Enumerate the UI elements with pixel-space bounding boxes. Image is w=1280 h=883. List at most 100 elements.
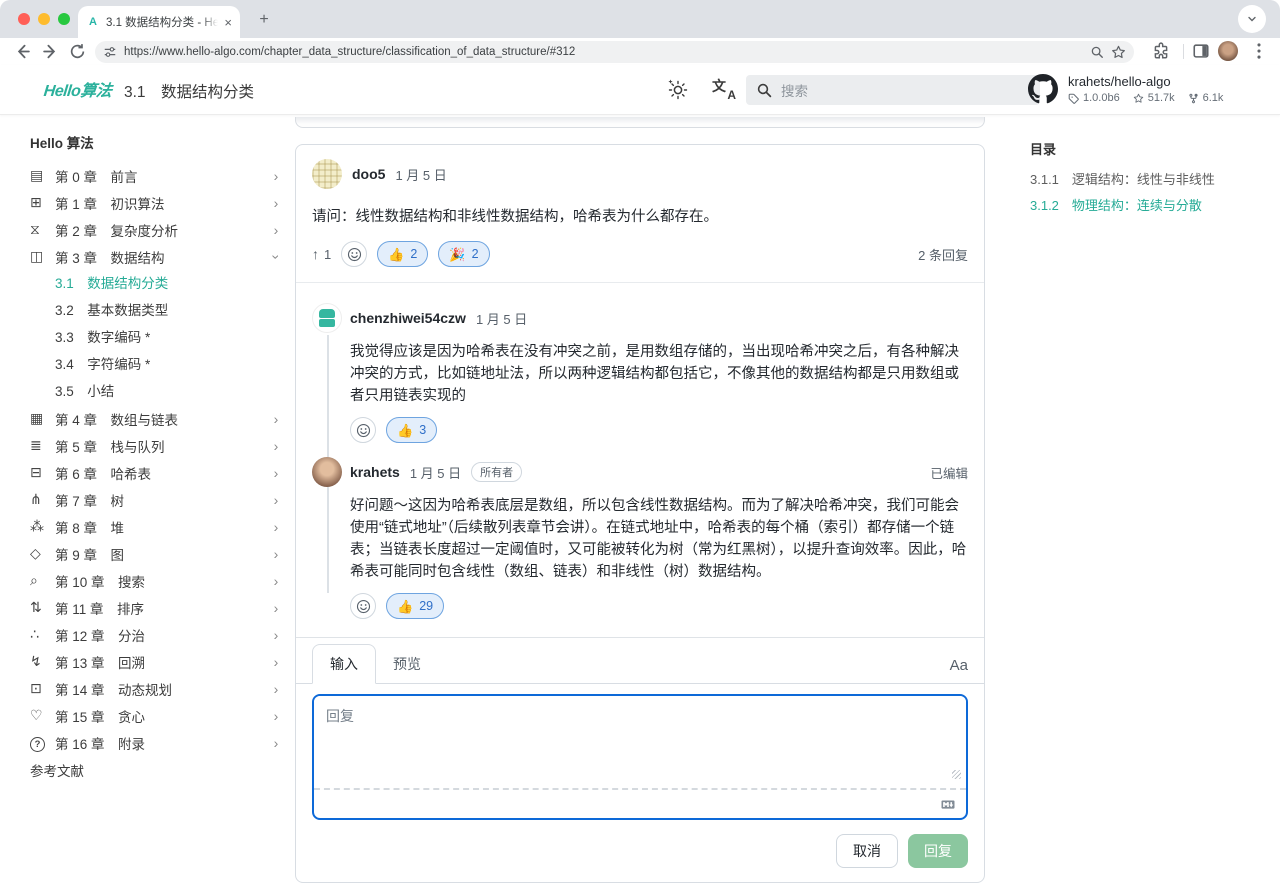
reaction-party[interactable]: 🎉 2 — [438, 241, 489, 267]
sidebar-item-ch1[interactable]: ⊞ 第 1 章 初识算法 — [30, 189, 282, 216]
sidebar-item-3-3[interactable]: 3.3 数字编码 * — [30, 324, 282, 351]
fork-icon — [1188, 93, 1199, 104]
comment-author[interactable]: doo5 — [352, 166, 385, 182]
avatar[interactable] — [312, 303, 342, 333]
sidebar-item-ch7[interactable]: ⋔ 第 7 章 树 — [30, 486, 282, 513]
browser-menu-icon[interactable] — [1250, 41, 1268, 61]
site-settings-icon[interactable] — [103, 45, 117, 59]
sidebar-item-ch16[interactable]: ? 第 16 章 附录 — [30, 729, 282, 756]
sidebar-item-ch15[interactable]: ♡ 第 15 章 贪心 — [30, 702, 282, 729]
up-arrow-icon: ↑ — [312, 246, 319, 262]
sidebar-item-ch13[interactable]: ↯ 第 13 章 回溯 — [30, 648, 282, 675]
minimize-window-button[interactable] — [38, 13, 50, 25]
sidebar-item-ch5[interactable]: ≣ 第 5 章 栈与队列 — [30, 432, 282, 459]
reply-body: 好问题～这因为哈希表底层是数组，所以包含线性数据结构。而为了解决哈希冲突，我们可… — [350, 495, 968, 583]
reply-author[interactable]: chenzhiwei54czw — [350, 310, 466, 326]
translate-icon[interactable]: 文A — [712, 77, 736, 101]
chevron-right-icon — [270, 573, 282, 589]
new-tab-button[interactable]: + — [252, 8, 276, 32]
comment-body: 请问：线性数据结构和非线性数据结构，哈希表为什么都存在。 — [312, 206, 968, 228]
cancel-button[interactable]: 取消 — [836, 834, 898, 868]
tab-close-icon[interactable]: × — [224, 15, 232, 30]
add-reaction-button[interactable] — [341, 241, 367, 267]
avatar[interactable] — [312, 159, 342, 189]
extensions-puzzle-icon[interactable] — [1152, 42, 1170, 60]
side-panel-icon[interactable] — [1192, 42, 1210, 60]
smiley-icon — [356, 423, 371, 438]
edited-label: 已编辑 — [930, 463, 968, 482]
avatar[interactable] — [312, 457, 342, 487]
search-input[interactable]: 搜索 — [746, 75, 1040, 105]
toc-title: 目录 — [1030, 139, 1270, 158]
url-bar[interactable]: https://www.hello-algo.com/chapter_data_… — [95, 41, 1134, 63]
resize-grip[interactable] — [952, 770, 961, 779]
forward-icon[interactable] — [42, 43, 59, 60]
browser-tab[interactable]: A 3.1 数据结构分类 - Hello 算法 × — [78, 6, 240, 38]
tab-write[interactable]: 输入 — [312, 644, 376, 684]
chevron-down-icon — [270, 249, 282, 265]
attachment-dropzone[interactable] — [314, 788, 966, 818]
site-logo[interactable]: Hello算法 — [43, 77, 113, 101]
sidebar-item-ch3[interactable]: ◫ 第 3 章 数据结构 — [30, 243, 282, 270]
reply-date[interactable]: 1 月 5 日 — [410, 463, 461, 482]
stack-icon: ≣ — [30, 437, 55, 454]
toolbar-divider — [1183, 44, 1184, 59]
greedy-heart-icon: ♡ — [30, 707, 55, 724]
zoom-page-icon[interactable] — [1090, 45, 1104, 59]
toc-item-3-1-2[interactable]: 3.1.2 物理结构：连续与分散 — [1030, 193, 1270, 219]
back-icon[interactable] — [14, 43, 31, 60]
sidebar-item-ch0[interactable]: ▤ 第 0 章 前言 — [30, 162, 282, 189]
reaction-thumbs-up[interactable]: 👍 2 — [377, 241, 428, 267]
github-repo-link[interactable]: krahets/hello-algo 1.0.0b6 51.7k 6.1k — [1028, 74, 1223, 104]
comments-section: doo5 1 月 5 日 请问：线性数据结构和非线性数据结构，哈希表为什么都存在… — [295, 117, 985, 883]
sort-icon: ⇅ — [30, 599, 55, 616]
reply-body: 我觉得应该是因为哈希表在没有冲突之前，是用数组存储的，当出现哈希冲突之后，有各种… — [350, 341, 968, 407]
chevron-right-icon — [270, 654, 282, 670]
toc-item-3-1-1[interactable]: 3.1.1 逻辑结构：线性与非线性 — [1030, 167, 1270, 193]
tab-search-chevron-icon[interactable] — [1238, 5, 1266, 33]
sidebar-site-title: Hello 算法 — [30, 135, 282, 153]
reply-date[interactable]: 1 月 5 日 — [476, 309, 527, 328]
table-of-contents: 目录 3.1.1 逻辑结构：线性与非线性 3.1.2 物理结构：连续与分散 — [1030, 139, 1270, 219]
sidebar-item-ch10[interactable]: ⌕ 第 10 章 搜索 — [30, 567, 282, 594]
tab-preview[interactable]: 预览 — [376, 645, 438, 683]
divide-icon: ∴ — [30, 626, 55, 643]
chevron-right-icon — [270, 546, 282, 562]
comment-date[interactable]: 1 月 5 日 — [395, 165, 446, 184]
site-favicon: A — [86, 15, 100, 29]
add-reaction-button[interactable] — [350, 417, 376, 443]
chevron-right-icon — [270, 438, 282, 454]
sidebar-item-ch12[interactable]: ∴ 第 12 章 分治 — [30, 621, 282, 648]
sidebar-item-ch2[interactable]: ⧖ 第 2 章 复杂度分析 — [30, 216, 282, 243]
reload-icon[interactable] — [69, 43, 86, 60]
sidebar-item-3-5[interactable]: 3.5 小结 — [30, 378, 282, 405]
sidebar-item-ch8[interactable]: ⁂ 第 8 章 堆 — [30, 513, 282, 540]
reaction-thumbs-up[interactable]: 👍 29 — [386, 593, 444, 619]
chevron-right-icon — [270, 465, 282, 481]
sidebar-item-ch9[interactable]: ◇ 第 9 章 图 — [30, 540, 282, 567]
reply-composer: 输入 预览 Aa 取消 回复 — [296, 637, 984, 882]
sidebar-item-ch11[interactable]: ⇅ 第 11 章 排序 — [30, 594, 282, 621]
sidebar-item-ch6[interactable]: ⊟ 第 6 章 哈希表 — [30, 459, 282, 486]
bookmark-star-icon[interactable] — [1111, 45, 1126, 60]
reply-submit-button[interactable]: 回复 — [908, 834, 968, 868]
browser-profile-avatar[interactable] — [1218, 41, 1238, 61]
sidebar-item-3-1[interactable]: 3.1 数据结构分类 — [30, 270, 282, 297]
text-format-button[interactable]: Aa — [950, 657, 968, 683]
fullscreen-window-button[interactable] — [58, 13, 70, 25]
upvote-button[interactable]: ↑ 1 — [312, 246, 331, 262]
sidebar-item-references[interactable]: 参考文献 — [30, 756, 282, 783]
add-reaction-button[interactable] — [350, 593, 376, 619]
comment: doo5 1 月 5 日 请问：线性数据结构和非线性数据结构，哈希表为什么都存在… — [296, 145, 984, 283]
reply-author[interactable]: krahets — [350, 464, 400, 480]
reaction-thumbs-up[interactable]: 👍 3 — [386, 417, 437, 443]
sidebar-item-3-4[interactable]: 3.4 字符编码 * — [30, 351, 282, 378]
sidebar-item-3-2[interactable]: 3.2 基本数据类型 — [30, 297, 282, 324]
reply-textarea[interactable] — [314, 696, 966, 788]
sidebar-item-ch4[interactable]: ▦ 第 4 章 数组与链表 — [30, 405, 282, 432]
close-window-button[interactable] — [18, 13, 30, 25]
tree-icon: ⋔ — [30, 491, 55, 508]
theme-toggle-icon[interactable] — [666, 78, 688, 100]
heap-icon: ⁂ — [30, 518, 55, 535]
sidebar-item-ch14[interactable]: ⊡ 第 14 章 动态规划 — [30, 675, 282, 702]
